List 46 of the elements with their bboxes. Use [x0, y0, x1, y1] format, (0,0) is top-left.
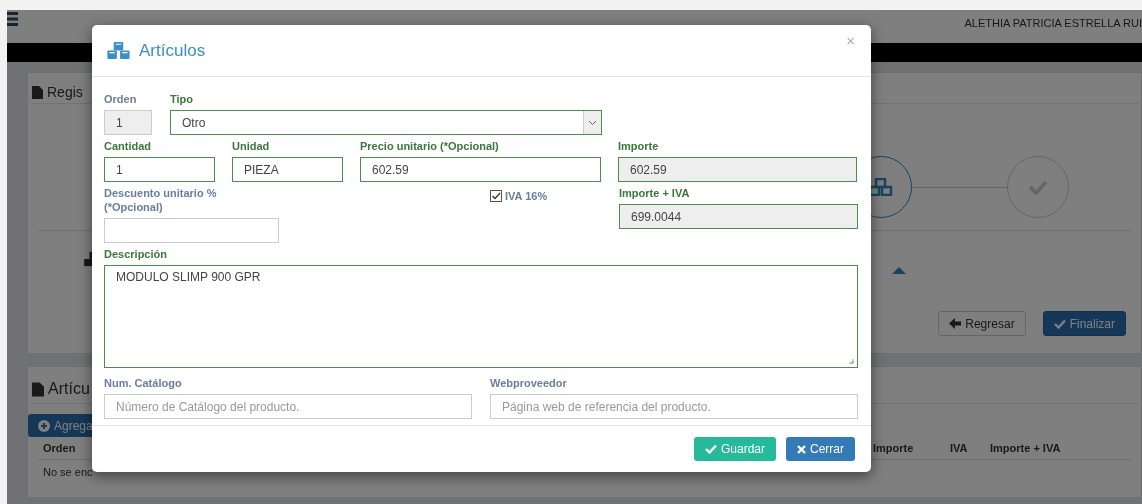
column-header: Importe + IVA — [990, 442, 1061, 454]
field-label: Importe + IVA — [619, 186, 691, 200]
input-field[interactable] — [104, 218, 279, 243]
field-label: Unidad — [232, 139, 271, 153]
panel-title: Regis — [47, 84, 83, 100]
field-label: Cantidad — [104, 139, 153, 153]
type-select[interactable]: Otro — [170, 110, 602, 135]
close-icon — [797, 444, 806, 454]
iva-checkbox[interactable]: IVA 16% — [490, 190, 548, 202]
field-label: Descripción — [104, 247, 168, 261]
plus-circle-icon — [38, 419, 50, 432]
field-label: Tipo — [170, 92, 194, 106]
arrow-left-icon — [949, 318, 962, 329]
column-header: Importe — [873, 442, 914, 454]
input-field[interactable]: Página web de referencia del producto. — [490, 394, 858, 419]
input-field[interactable]: PIEZA — [232, 157, 343, 182]
checkbox-icon — [490, 190, 502, 202]
user-name[interactable]: ALETHIA PATRICIA ESTRELLA RUI — [964, 16, 1142, 29]
document-icon — [32, 85, 43, 99]
column-header: IVA — [950, 442, 968, 454]
step-pointer — [892, 267, 906, 274]
field-label: Descuento unitario % (*Opcional) — [104, 186, 218, 214]
save-button[interactable]: Guardar — [693, 437, 776, 461]
close-button[interactable]: × — [846, 33, 855, 48]
close-button[interactable]: Cerrar — [786, 437, 855, 461]
panel-title: Artícu — [48, 380, 90, 398]
check-icon — [1053, 318, 1066, 329]
input-field[interactable]: Número de Catálogo del producto. — [104, 394, 472, 419]
field-label: Webproveedor — [490, 376, 568, 390]
field-label: Importe — [618, 139, 660, 153]
field-label: Num. Catálogo — [104, 376, 183, 390]
check-icon — [1028, 179, 1048, 195]
document-icon — [32, 381, 44, 397]
finish-button[interactable]: Finalizar — [1042, 311, 1126, 336]
field-label: Orden — [104, 92, 138, 106]
input-field[interactable]: 1 — [104, 157, 215, 182]
modal-title: Artículos — [139, 40, 206, 61]
empty-table-text: No se enc — [42, 465, 94, 480]
column-header: Orden — [43, 442, 76, 454]
input-field[interactable]: 602.59 — [360, 157, 601, 182]
check-icon — [704, 444, 717, 454]
caret-icon — [588, 119, 597, 126]
back-button[interactable]: Regresar — [938, 311, 1026, 336]
description-textarea[interactable]: MODULO SLIMP 900 GPR — [104, 265, 858, 368]
field-label: Precio unitario (*Opcional) — [360, 139, 500, 153]
resize-handle-icon[interactable] — [848, 358, 854, 364]
